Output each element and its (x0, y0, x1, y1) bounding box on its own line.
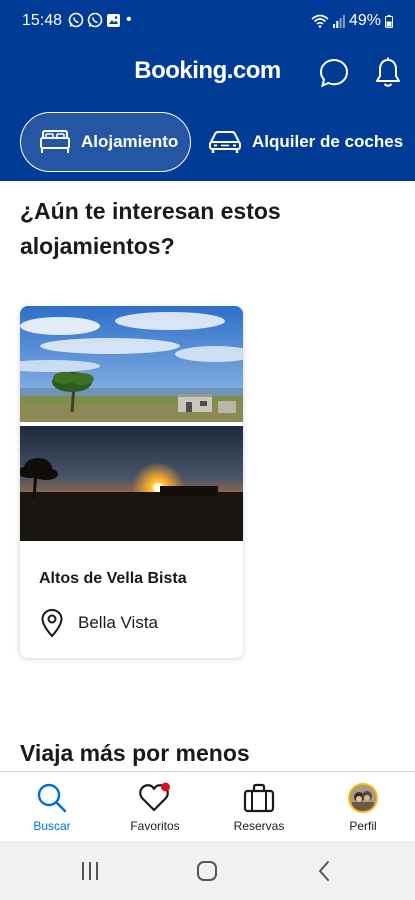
search-icon (37, 783, 67, 813)
bed-icon (40, 130, 70, 153)
booking-logo: Booking.com (134, 57, 281, 84)
whatsapp-icon (68, 12, 84, 28)
tab-car-rental-label: Alquiler de coches (252, 132, 404, 151)
back-icon (319, 861, 329, 881)
property-location: Bella Vista (40, 608, 158, 638)
home-icon (197, 861, 217, 881)
battery-icon (385, 14, 393, 28)
status-time: 15:48 (22, 12, 63, 29)
chat-icon (319, 58, 349, 88)
nav-search-label: Buscar (33, 819, 71, 833)
heart-icon (139, 782, 170, 812)
nav-bookings-label: Reservas (233, 819, 285, 833)
system-navigation-bar (0, 841, 415, 900)
suitcase-icon (243, 783, 275, 813)
notification-icons (68, 12, 121, 28)
wifi-icon (311, 14, 329, 28)
signal-icon (332, 15, 345, 28)
back-button[interactable] (312, 859, 336, 883)
car-icon (209, 131, 241, 153)
map-pin-icon (41, 608, 63, 638)
avatar (348, 783, 378, 813)
property-location-label: Bella Vista (78, 613, 159, 632)
battery-percent: 49% (348, 12, 381, 29)
nav-profile[interactable]: Perfil (318, 780, 408, 833)
tab-stays[interactable]: Alojamiento (20, 112, 191, 172)
tab-car-rental[interactable]: Alquiler de coches (208, 112, 403, 172)
nav-profile-label: Perfil (349, 819, 377, 833)
recent-apps-button[interactable] (78, 859, 102, 883)
notifications-button[interactable] (371, 56, 405, 90)
deals-section-title: Viaja más por menos (20, 740, 250, 766)
tab-stays-label: Alojamiento (81, 132, 179, 151)
property-photo-sunset (20, 426, 243, 541)
status-bar: 15:48 • 49% (0, 0, 415, 42)
bottom-navigation: Buscar Favoritos Reservas Perfil (0, 771, 415, 841)
nav-favorites[interactable]: Favoritos (110, 780, 200, 833)
recent-apps-icon (82, 862, 98, 880)
status-right: 49% (311, 12, 393, 30)
status-dot: • (126, 11, 132, 28)
nav-search[interactable]: Buscar (7, 780, 97, 833)
app-header: Booking.com Alojamiento Alquiler de coch… (0, 42, 415, 181)
nav-favorites-label: Favoritos (130, 819, 180, 833)
recently-viewed-title: ¿Aún te interesan estos alojamientos? (20, 198, 281, 259)
nav-bookings[interactable]: Reservas (214, 780, 304, 833)
property-card[interactable]: Altos de Vella Bista Bella Vista (20, 306, 243, 658)
home-button[interactable] (195, 859, 219, 883)
gallery-icon (107, 13, 120, 27)
bell-icon (376, 57, 400, 87)
chat-button[interactable] (317, 56, 351, 90)
property-name: Altos de Vella Bista (39, 570, 187, 587)
property-photo-daytime (20, 306, 243, 422)
whatsapp-icon (87, 12, 103, 28)
